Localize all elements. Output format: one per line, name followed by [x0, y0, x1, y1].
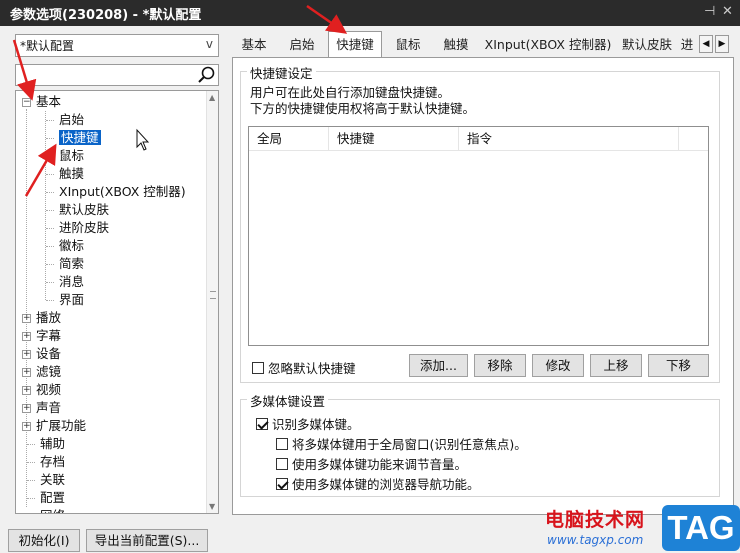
checkbox-box[interactable] [276, 437, 288, 450]
tree-item-subtitle[interactable]: + 字幕 [22, 327, 61, 345]
tab-scroll-left-icon[interactable]: ◀ [699, 35, 713, 53]
modify-button[interactable]: 修改 [532, 354, 584, 377]
column-command[interactable]: 指令 [459, 127, 679, 151]
tab-start[interactable]: 启始 [280, 33, 324, 57]
tab-touch[interactable]: 触摸 [434, 33, 478, 57]
profile-select[interactable]: *默认配置 v [15, 34, 219, 57]
watermark-url: www.tagxp.com [547, 533, 644, 547]
remove-button[interactable]: 移除 [474, 354, 526, 377]
media-keys-browser-nav-checkbox[interactable]: 使用多媒体键的浏览器导航功能。 [276, 474, 480, 493]
tree-item-mouse[interactable]: 鼠标 [59, 147, 84, 165]
checkbox-box-checked[interactable] [256, 417, 268, 430]
hotkey-desc-2: 下方的快捷键使用权将高于默认快捷键。 [250, 101, 476, 116]
tree-item-interface[interactable]: 界面 [59, 291, 84, 309]
tree-item-default-skin[interactable]: 默认皮肤 [59, 201, 109, 219]
checkbox-box-checked[interactable] [276, 477, 288, 490]
scroll-thumb-grip[interactable] [210, 291, 216, 299]
expand-icon[interactable]: + [22, 404, 31, 413]
hotkey-settings-title: 快捷键设定 [247, 63, 316, 82]
scroll-down-icon[interactable]: ▼ [209, 502, 215, 511]
title-bar: 参数选项(230208) - *默认配置 ⊣ ✕ [0, 0, 740, 26]
tree-item-network[interactable]: 网络 [40, 507, 65, 513]
move-up-button[interactable]: 上移 [590, 354, 642, 377]
search-icon[interactable] [197, 66, 216, 85]
chevron-down-icon: v [205, 37, 213, 51]
tab-scroll-right-icon[interactable]: ▶ [715, 35, 729, 53]
tree-item-advanced-skin[interactable]: 进阶皮肤 [59, 219, 109, 237]
tab-default-skin[interactable]: 默认皮肤 [618, 33, 676, 57]
expand-icon[interactable]: + [22, 314, 31, 323]
tab-strip: 基本 启始 快捷键 鼠标 触摸 XInput(XBOX 控制器) 默认皮肤 进 … [232, 31, 740, 58]
expand-icon[interactable]: + [22, 386, 31, 395]
tree-item-archive[interactable]: 存档 [40, 453, 65, 471]
tree-item-device[interactable]: + 设备 [22, 345, 61, 363]
tree-search-input[interactable] [15, 64, 219, 86]
tree-item-basic[interactable]: − 基本 [22, 93, 61, 111]
add-button[interactable]: 添加... [409, 354, 468, 377]
settings-tree: − 基本 启始 快捷键 鼠标 触摸 XInput(XBOX 控制器) 默认皮肤 进… [15, 90, 219, 514]
tree-item-xinput[interactable]: XInput(XBOX 控制器) [59, 183, 186, 201]
pin-icon[interactable]: ⊣ [704, 4, 715, 19]
expand-icon[interactable]: + [22, 332, 31, 341]
tree-item-audio[interactable]: + 声音 [22, 399, 61, 417]
hotkey-list[interactable]: 全局 快捷键 指令 [248, 126, 709, 346]
expand-icon[interactable]: + [22, 350, 31, 359]
export-config-button[interactable]: 导出当前配置(S)... [86, 529, 208, 552]
recognize-media-keys-label: 识别多媒体键。 [272, 417, 360, 432]
tree-item-assist[interactable]: 辅助 [40, 435, 65, 453]
hotkey-list-header: 全局 快捷键 指令 [249, 127, 708, 151]
tree-item-extensions[interactable]: + 扩展功能 [22, 417, 86, 435]
tree-item-logo[interactable]: 徽标 [59, 237, 84, 255]
tree-item-start[interactable]: 启始 [59, 111, 84, 129]
column-hotkey[interactable]: 快捷键 [329, 127, 459, 151]
global-media-keys-checkbox[interactable]: 将多媒体键用于全局窗口(识别任意焦点)。 [276, 434, 527, 453]
expand-icon[interactable]: + [22, 368, 31, 377]
global-media-keys-label: 将多媒体键用于全局窗口(识别任意焦点)。 [292, 437, 527, 452]
scroll-up-icon[interactable]: ▲ [209, 93, 215, 102]
media-keys-volume-checkbox[interactable]: 使用多媒体键功能来调节音量。 [276, 454, 467, 473]
checkbox-box[interactable] [276, 457, 288, 470]
tree-item-search[interactable]: 简索 [59, 255, 84, 273]
recognize-media-keys-checkbox[interactable]: 识别多媒体键。 [256, 414, 360, 433]
tab-xinput[interactable]: XInput(XBOX 控制器) [482, 33, 614, 57]
checkbox-box[interactable] [252, 361, 264, 374]
tree-item-message[interactable]: 消息 [59, 273, 84, 291]
watermark-site-name: 电脑技术网 [545, 509, 646, 531]
profile-select-value: *默认配置 [20, 39, 75, 53]
tab-mouse[interactable]: 鼠标 [386, 33, 430, 57]
watermark-tag-logo: TAG [662, 505, 740, 551]
tree-item-playback[interactable]: + 播放 [22, 309, 61, 327]
close-icon[interactable]: ✕ [722, 4, 733, 19]
initialize-button[interactable]: 初始化(I) [8, 529, 80, 552]
tree-scrollbar[interactable]: ▲ ▼ [206, 91, 218, 513]
tab-hotkeys[interactable]: 快捷键 [328, 31, 382, 58]
move-down-button[interactable]: 下移 [648, 354, 709, 377]
window-title: 参数选项(230208) - *默认配置 [10, 7, 202, 23]
multimedia-title: 多媒体键设置 [247, 391, 329, 410]
tab-basic[interactable]: 基本 [232, 33, 276, 57]
watermark: 电脑技术网 www.tagxp.com TAG [545, 505, 740, 553]
collapse-icon[interactable]: − [22, 98, 31, 107]
ignore-default-hotkeys-label: 忽略默认快捷键 [268, 361, 356, 376]
tree-item-video[interactable]: + 视频 [22, 381, 61, 399]
tree-item-touch[interactable]: 触摸 [59, 165, 84, 183]
tree-item-filter[interactable]: + 滤镜 [22, 363, 61, 381]
column-global[interactable]: 全局 [249, 127, 329, 151]
tree-item-association[interactable]: 关联 [40, 471, 65, 489]
expand-icon[interactable]: + [22, 422, 31, 431]
ignore-default-hotkeys-checkbox[interactable]: 忽略默认快捷键 [252, 358, 356, 377]
tree-item-hotkeys[interactable]: 快捷键 [59, 129, 101, 147]
tree-item-hotkeys-label: 快捷键 [59, 130, 101, 145]
media-keys-browser-nav-label: 使用多媒体键的浏览器导航功能。 [292, 477, 480, 492]
tree-item-config[interactable]: 配置 [40, 489, 65, 507]
media-keys-volume-label: 使用多媒体键功能来调节音量。 [292, 457, 468, 472]
tab-advanced-truncated[interactable]: 进 [679, 33, 695, 57]
